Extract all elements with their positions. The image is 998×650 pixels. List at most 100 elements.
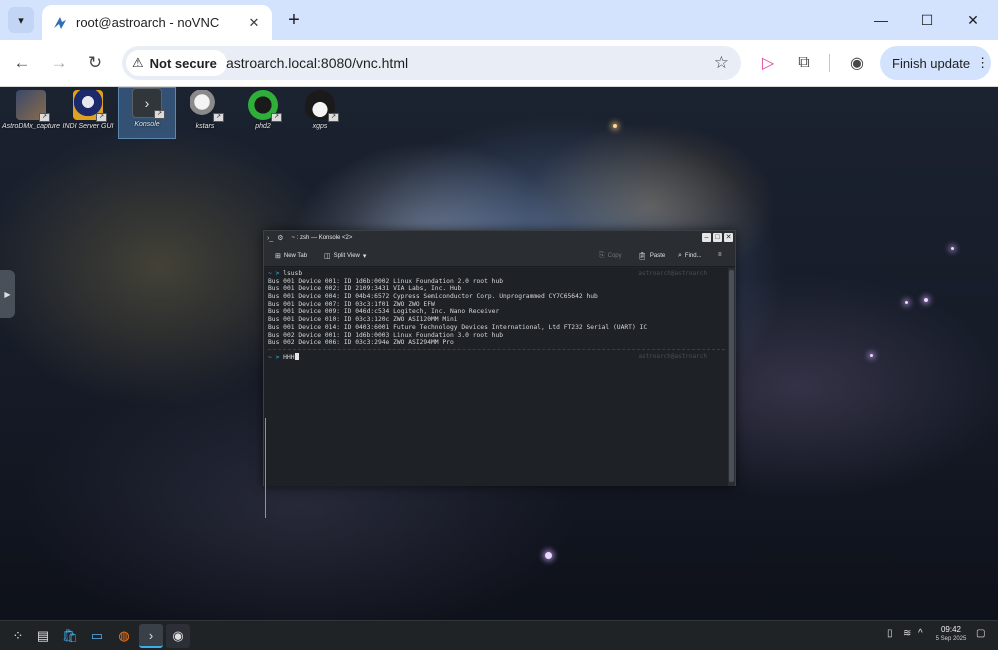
- tab-close-icon[interactable]: ✕: [244, 13, 264, 33]
- desktop-icon-kstars[interactable]: ↗ kstars: [177, 90, 233, 142]
- konsole-minimize-icon[interactable]: –: [702, 233, 711, 242]
- desktop-icon-label: AstroDMx_capture: [2, 123, 60, 130]
- desktop-icon-phd2[interactable]: ↗ phd2: [235, 90, 291, 142]
- konsole-title: ~ : zsh — Konsole <2>: [291, 235, 353, 241]
- app-launcher-icon[interactable]: ⁘: [6, 624, 30, 648]
- vnc-remote-desktop[interactable]: ↗ AstroDMx_capture ↗ INDI Server GUI › ↗…: [0, 87, 998, 650]
- extensions-puzzle-icon[interactable]: ⧉: [793, 52, 815, 74]
- arrow-right-icon: →: [50, 53, 68, 72]
- paste-icon: 📋︎: [638, 253, 647, 260]
- focus-indicator: [265, 418, 266, 518]
- wifi-icon[interactable]: ≋: [903, 628, 911, 639]
- konsole-maximize-icon[interactable]: □: [713, 233, 722, 242]
- new-tab-button[interactable]: ⊞ New Tab: [275, 252, 307, 260]
- desktop-icon-label: phd2: [255, 123, 271, 130]
- desktop-icon-label: Konsole: [134, 121, 160, 128]
- media-router-icon[interactable]: ▷: [757, 52, 779, 74]
- url-text[interactable]: astroarch.local:8080/vnc.html: [226, 55, 408, 71]
- clock-date[interactable]: 5 Sep 2025: [928, 636, 974, 642]
- finish-update-button[interactable]: Finish update ⋮: [880, 46, 991, 80]
- input-line: ~ > HHH astroarch@astroarch: [268, 352, 725, 361]
- finish-update-label: Finish update: [892, 55, 971, 71]
- taskbar-konsole-icon[interactable]: ›: [139, 624, 163, 648]
- konsole-window[interactable]: ›_ ⚙ ~ : zsh — Konsole <2> – □ ✕ ⊞ New T…: [263, 230, 736, 518]
- chevron-up-icon[interactable]: ^: [918, 628, 923, 639]
- site-security-chip[interactable]: ⚠ Not secure: [126, 50, 227, 76]
- forward-button[interactable]: →: [45, 49, 73, 77]
- browser-toolbar: ← → ↻ ⚠ Not secure astroarch.local:8080/…: [0, 40, 998, 87]
- pin-icon[interactable]: ⚙: [277, 234, 283, 242]
- command-text: lsusb: [283, 270, 303, 277]
- desktop-icon-astrodmx[interactable]: ↗ AstroDMx_capture: [2, 90, 60, 142]
- minimize-button[interactable]: —: [858, 0, 904, 40]
- reload-icon: ↻: [87, 53, 103, 72]
- minimize-icon: —: [874, 12, 888, 28]
- split-view-button[interactable]: ◫ Split View ▾: [324, 252, 366, 260]
- copy-icon: ⎘: [599, 252, 605, 259]
- bookmark-star-icon[interactable]: ☆: [714, 53, 729, 73]
- pager-icon[interactable]: ▤: [31, 624, 55, 648]
- maximize-button[interactable]: ☐: [904, 0, 950, 40]
- terminal-area[interactable]: ~ > lsusb astroarch@astroarch Bus 001 Dev…: [264, 268, 729, 518]
- copy-button[interactable]: ⎘ Copy: [599, 252, 622, 260]
- tab-title: root@astroarch - noVNC: [76, 15, 220, 30]
- desktop-icon-konsole[interactable]: › ↗ Konsole: [118, 87, 176, 139]
- host-label: astroarch@astroarch: [638, 270, 707, 277]
- new-tab-button[interactable]: +: [282, 8, 306, 32]
- link-badge-icon: ↗: [328, 113, 339, 122]
- novnc-control-bar-handle[interactable]: ▶: [0, 270, 15, 318]
- kde-taskbar: ⁘ ▤ 🛍︎ ▭ ◍ › ◉ ▯ ≋ ^ 09:42 5 Sep 2025 ▢: [0, 620, 998, 650]
- maximize-icon: ☐: [920, 11, 934, 28]
- star-decoration: [905, 301, 908, 304]
- konsole-app-icon: ›_: [267, 234, 274, 242]
- konsole-close-icon[interactable]: ✕: [724, 233, 733, 242]
- konsole-titlebar[interactable]: ›_ ⚙ ~ : zsh — Konsole <2> – □ ✕: [264, 231, 735, 245]
- prompt-line: ~ > lsusb astroarch@astroarch: [268, 270, 725, 278]
- penguin-icon: ↗: [305, 90, 339, 122]
- desktop-icon-indi-server-gui[interactable]: ↗ INDI Server GUI: [60, 90, 116, 142]
- clock-time[interactable]: 09:42: [936, 625, 966, 634]
- firefox-icon[interactable]: ◍: [112, 624, 136, 648]
- browser-tab-active[interactable]: root@astroarch - noVNC ✕: [42, 5, 272, 40]
- paste-button[interactable]: 📋︎ Paste: [638, 252, 665, 260]
- star-decoration: [870, 354, 873, 357]
- host-label: astroarch@astroarch: [638, 352, 707, 360]
- scrollbar-thumb[interactable]: [729, 270, 734, 482]
- security-label: Not secure: [149, 55, 217, 71]
- output-line: Bus 002 Device 001: ID 1d6b:0003 Linux F…: [268, 331, 504, 339]
- output-line: Bus 001 Device 014: ID 0403:6001 Future …: [268, 323, 648, 331]
- astrodmx-icon: ↗: [16, 90, 50, 122]
- link-badge-icon: ↗: [96, 113, 107, 122]
- clipboard-icon[interactable]: ▯: [887, 628, 893, 639]
- novnc-favicon-icon: [54, 16, 66, 29]
- konsole-toolbar: ⊞ New Tab ◫ Split View ▾ ⎘ Copy 📋︎ Paste…: [264, 245, 735, 267]
- output-line: Bus 001 Device 007: ID 03c3:1f01 ZWO ZWO…: [268, 300, 435, 308]
- warning-icon: ⚠: [132, 55, 144, 70]
- desktop-icon-xgps[interactable]: ↗ xgps: [292, 90, 348, 142]
- close-window-button[interactable]: ✕: [950, 0, 996, 40]
- output-line: Bus 002 Device 006: ID 03c3:294e ZWO ASI…: [268, 339, 454, 347]
- profile-icon[interactable]: ◉: [846, 52, 868, 74]
- discover-store-icon[interactable]: 🛍︎: [58, 624, 82, 648]
- reload-button[interactable]: ↻: [81, 49, 109, 77]
- hamburger-menu-icon[interactable]: ≡: [718, 252, 722, 258]
- taskbar-indi-icon[interactable]: ◉: [166, 624, 190, 648]
- output-line: Bus 001 Device 009: ID 046d:c534 Logitec…: [268, 308, 500, 316]
- terminal-scrollbar[interactable]: [728, 268, 735, 486]
- toolbar-divider: [829, 54, 830, 72]
- paste-label: Paste: [649, 253, 666, 259]
- prompt-separator: [268, 348, 725, 350]
- find-button[interactable]: ⌕ Find...: [678, 252, 702, 260]
- browser-titlebar: ▾ root@astroarch - noVNC ✕ + — ☐ ✕: [0, 0, 998, 40]
- address-bar[interactable]: ⚠ Not secure astroarch.local:8080/vnc.ht…: [122, 46, 741, 80]
- link-badge-icon: ↗: [271, 113, 282, 122]
- back-button[interactable]: ←: [8, 49, 36, 77]
- link-badge-icon: ↗: [213, 113, 224, 122]
- split-view-icon: ◫: [324, 253, 331, 260]
- menu-dots-icon: ⋮: [976, 55, 990, 70]
- show-desktop-icon[interactable]: ▢: [976, 628, 985, 639]
- file-manager-icon[interactable]: ▭: [85, 624, 109, 648]
- tab-list-button[interactable]: ▾: [8, 7, 34, 33]
- chevron-down-icon: ▾: [362, 253, 367, 260]
- output-line: Bus 001 Device 010: ID 03c3:120c ZWO ASI…: [268, 316, 458, 324]
